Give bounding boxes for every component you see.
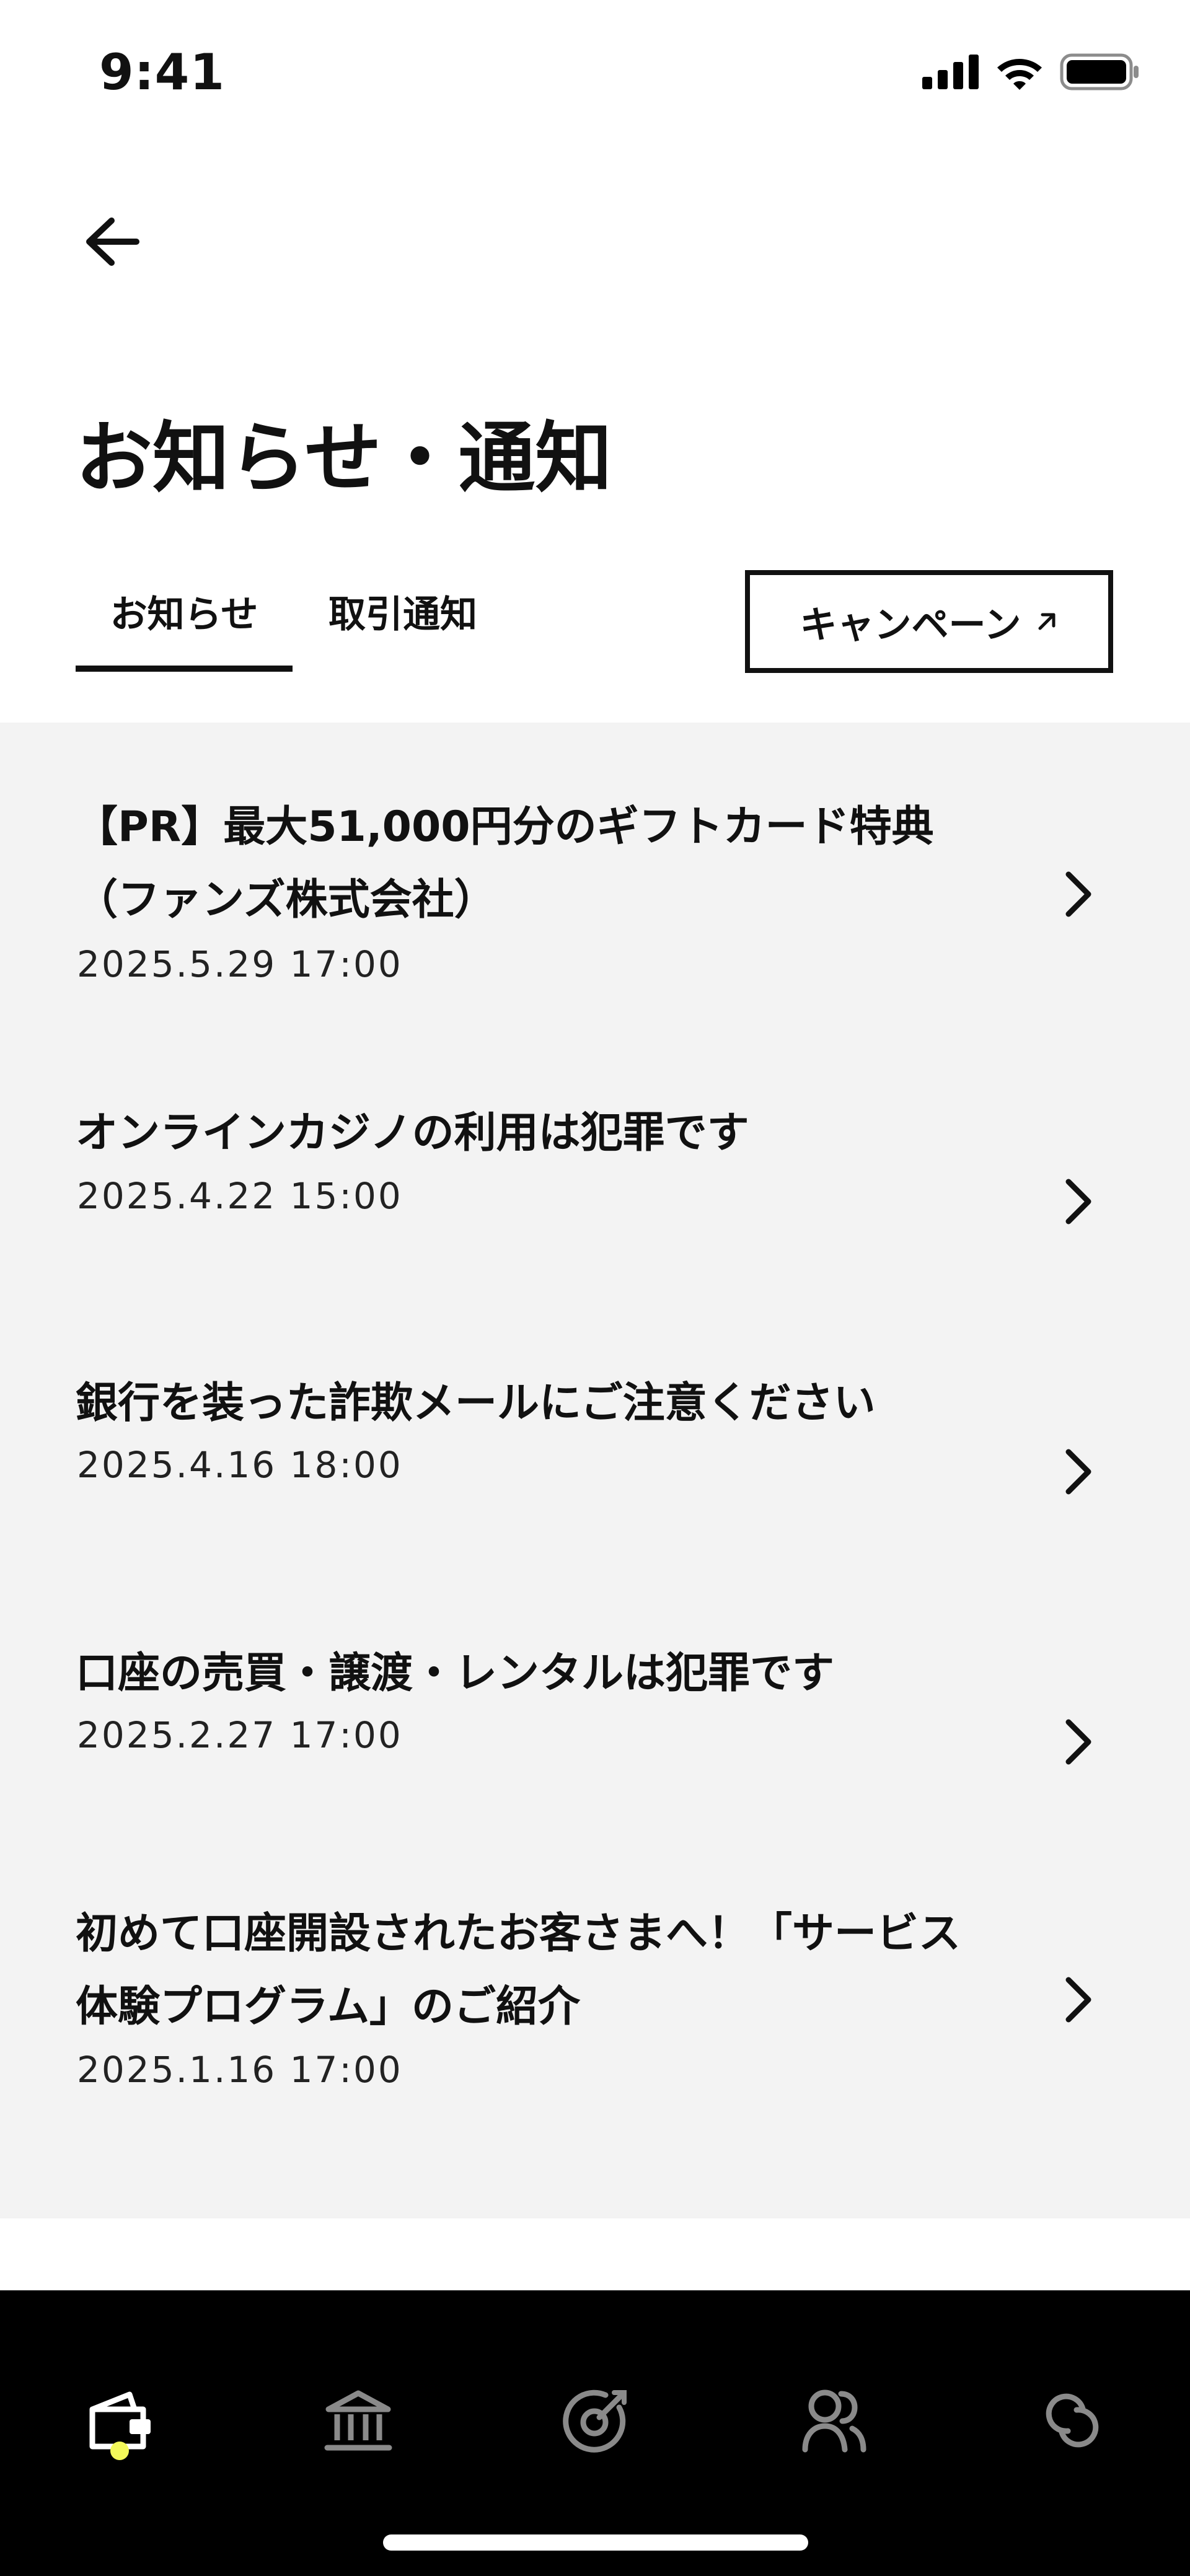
tab-transaction-notifications-label: 取引通知 [328,593,477,636]
notice-date: 2025.2.27 17:00 [77,1714,403,1756]
tab-notices[interactable]: お知らせ [76,590,293,672]
chevron-right-icon [1054,1714,1103,1770]
campaign-button[interactable]: キャンペーン [745,570,1113,673]
arrow-left-icon [86,218,139,266]
bottom-navigation [0,2290,1190,2576]
notice-title: 銀行を装った詐欺メールにご注意ください [76,1379,876,1428]
campaign-button-label: キャンペーン [800,603,1021,647]
notice-list: 【PR】最大51,000円分のギフトカード特典 （ファンズ株式会社） 2025.… [0,723,1190,2218]
status-icons [922,53,1140,90]
notice-date: 2025.1.16 17:00 [77,2049,403,2091]
wifi-icon [997,59,1042,90]
target-icon [563,2389,627,2453]
notice-item[interactable]: 【PR】最大51,000円分のギフトカード特典 （ファンズ株式会社） 2025.… [0,723,1190,1010]
tab-notices-label: お知らせ [110,593,258,636]
status-bar: 9:41 [0,0,1190,143]
notifications-screen: 9:41 お知らせ・通知 お知らせ 取引通知 キャンペーン 【PR】最大51,0… [0,0,1190,2576]
notice-item[interactable]: オンラインカジノの利用は犯罪です 2025.4.22 15:00 [0,1010,1190,1280]
notice-title: 【PR】最大51,000円分のギフトカード特典 （ファンズ株式会社） [76,802,934,925]
chevron-right-icon [1054,1444,1103,1500]
notice-date: 2025.4.16 18:00 [77,1444,403,1486]
notice-title: 初めて口座開設されたお客さまへ！「サービス 体験プログラム」のご紹介 [76,1909,961,2031]
notice-item[interactable]: 初めて口座開設されたお客さまへ！「サービス 体験プログラム」のご紹介 2025.… [0,1821,1190,2218]
notice-date: 2025.5.29 17:00 [77,943,403,985]
tab-transaction-notifications[interactable]: 取引通知 [310,590,496,672]
page-title: お知らせ・通知 [76,414,612,503]
notice-item[interactable]: 銀行を装った詐欺メールにご注意ください 2025.4.16 18:00 [0,1280,1190,1550]
notice-date: 2025.4.22 15:00 [77,1175,403,1217]
notice-item[interactable]: 口座の売買・譲渡・レンタルは犯罪です 2025.2.27 17:00 [0,1550,1190,1821]
nav-item-target[interactable] [553,2377,640,2464]
nav-item-people[interactable] [791,2377,878,2464]
back-button[interactable] [74,204,149,279]
chevron-right-icon [1054,866,1103,922]
notice-title: 口座の売買・譲渡・レンタルは犯罪です [76,1649,835,1698]
chevron-right-icon [1054,1972,1103,2028]
nav-item-link[interactable] [1029,2377,1116,2464]
external-link-arrow-icon [1038,613,1055,630]
nav-item-bank[interactable] [315,2377,402,2464]
link-icon [1046,2393,1099,2448]
bank-icon [324,2390,392,2451]
home-indicator [383,2534,808,2551]
chevron-right-icon [1054,1174,1103,1229]
cellular-signal-icon [922,55,979,89]
status-time: 9:41 [99,43,225,101]
notice-title: オンラインカジノの利用は犯罪です [76,1109,749,1158]
battery-icon [1060,53,1139,90]
people-icon [802,2389,866,2453]
active-indicator-dot [110,2442,129,2460]
